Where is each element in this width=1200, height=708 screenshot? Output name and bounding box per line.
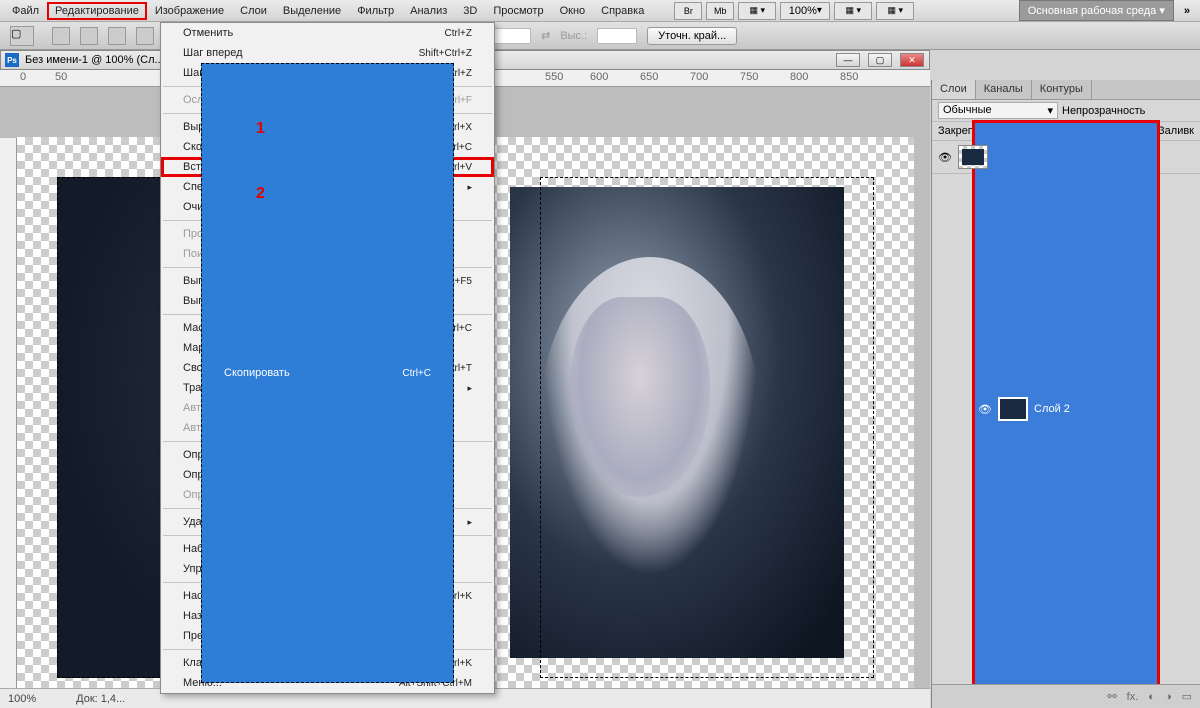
arrange-drop[interactable]: ▦ ▾ xyxy=(834,2,872,20)
menu-3d[interactable]: 3D xyxy=(455,2,485,20)
menu-window[interactable]: Окно xyxy=(552,2,594,20)
menu-analysis[interactable]: Анализ xyxy=(402,2,455,20)
annotation-1: 1 xyxy=(256,120,265,138)
menu-image[interactable]: Изображение xyxy=(147,2,232,20)
layer-thumbnail[interactable] xyxy=(958,145,988,169)
menu-view[interactable]: Просмотр xyxy=(485,2,551,20)
folder-icon[interactable]: ▭ xyxy=(1182,690,1192,703)
status-docsize[interactable]: Док: 1,4... xyxy=(76,693,125,705)
marquee-tool-icon[interactable]: ▢ xyxy=(10,26,34,46)
tab-layers[interactable]: Слои xyxy=(932,80,976,99)
edit-menu-dropdown: ОтменитьCtrl+Z Шаг впередShift+Ctrl+Z Ша… xyxy=(160,22,495,694)
canvas-right[interactable] xyxy=(500,137,914,688)
menu-layers[interactable]: Слои xyxy=(232,2,275,20)
sel-new-icon[interactable] xyxy=(52,27,70,45)
mi-step-forward[interactable]: Шаг впередShift+Ctrl+Z xyxy=(161,43,494,63)
selection-marquee xyxy=(540,177,874,678)
minimize-button[interactable]: — xyxy=(836,53,860,67)
fx-icon[interactable]: fx. xyxy=(1127,691,1139,703)
sel-int-icon[interactable] xyxy=(136,27,154,45)
menu-select[interactable]: Выделение xyxy=(275,2,349,20)
maximize-button[interactable]: ▢ xyxy=(868,53,892,67)
zoom-field[interactable]: 100% ▾ xyxy=(780,2,830,20)
layers-panel: Слои Каналы Контуры Обычные▾ Непрозрачно… xyxy=(931,80,1200,708)
bridge-icon[interactable]: Br xyxy=(674,2,702,20)
mi-copy[interactable]: СкопироватьCtrl+C xyxy=(201,63,454,683)
sel-sub-icon[interactable] xyxy=(108,27,126,45)
opacity-label: Непрозрачность xyxy=(1062,105,1145,117)
minibridge-icon[interactable]: Mb xyxy=(706,2,734,20)
menu-edit[interactable]: Редактирование xyxy=(47,2,147,20)
height-label: Выс.: xyxy=(560,30,587,42)
height-input[interactable] xyxy=(597,28,637,44)
annotation-2: 2 xyxy=(256,185,265,203)
width-input[interactable] xyxy=(491,28,531,44)
screenmode-drop[interactable]: ▦ ▾ xyxy=(738,2,776,20)
tab-paths[interactable]: Контуры xyxy=(1032,80,1092,99)
close-button[interactable]: ✕ xyxy=(900,53,924,67)
visibility-icon[interactable]: 👁 xyxy=(978,402,992,416)
mi-undo[interactable]: ОтменитьCtrl+Z xyxy=(161,23,494,43)
menubar: Файл Редактирование Изображение Слои Выд… xyxy=(0,0,1200,22)
workspace-button[interactable]: Основная рабочая среда ▾ xyxy=(1019,0,1174,21)
extras-drop[interactable]: ▦ ▾ xyxy=(876,2,914,20)
adjust-icon[interactable]: ◑ xyxy=(1165,691,1172,703)
layer-row-2[interactable]: 👁 Слой 2 xyxy=(972,120,1160,698)
sel-add-icon[interactable] xyxy=(80,27,98,45)
ps-icon: Ps xyxy=(5,53,19,67)
link-icon[interactable]: ⚯ xyxy=(1107,690,1116,703)
more-icon[interactable]: » xyxy=(1178,5,1196,17)
blend-mode-select[interactable]: Обычные▾ xyxy=(938,102,1058,119)
refine-edge-button[interactable]: Уточн. край... xyxy=(647,27,737,45)
mask-icon[interactable]: ◐ xyxy=(1148,691,1155,703)
menu-file[interactable]: Файл xyxy=(4,2,47,20)
layer-thumbnail[interactable] xyxy=(998,397,1028,421)
menu-help[interactable]: Справка xyxy=(593,2,652,20)
tab-channels[interactable]: Каналы xyxy=(976,80,1032,99)
ruler-vertical xyxy=(0,138,17,688)
layers-panel-footer: ⚯ fx. ◐ ◑ ▭ xyxy=(932,684,1200,708)
document-title: Без имени-1 @ 100% (Сл... xyxy=(25,54,164,66)
visibility-icon[interactable]: 👁 xyxy=(938,150,952,164)
fill-label: Заливк xyxy=(1158,125,1194,137)
status-zoom[interactable]: 100% xyxy=(8,693,36,705)
layer-name[interactable]: Слой 2 xyxy=(1034,403,1154,415)
menu-filter[interactable]: Фильтр xyxy=(349,2,402,20)
